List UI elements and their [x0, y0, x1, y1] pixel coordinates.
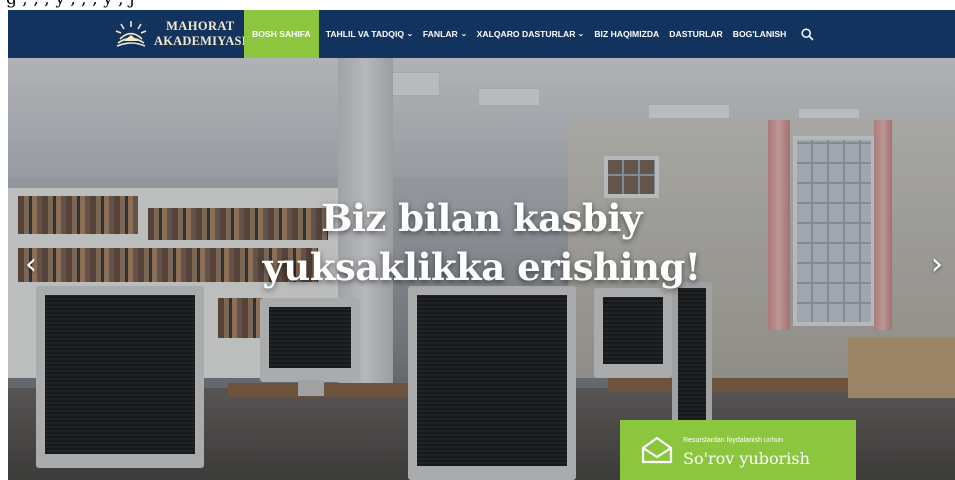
nav-menu: BOSH SAHIFA TAHLIL VA TADQIQ ⌄ FANLAR ⌄ …: [244, 10, 814, 58]
chevron-down-icon: ⌄: [406, 31, 414, 38]
envelope-icon: [641, 436, 673, 464]
nav-item-tahlil-va-tadqiq[interactable]: TAHLIL VA TADQIQ ⌄: [321, 10, 418, 58]
nav-item-dasturlar[interactable]: DASTURLAR: [664, 10, 727, 58]
chevron-down-icon: ⌄: [460, 31, 468, 38]
logo-emblem-icon: [115, 21, 147, 47]
hero-headline-line-2: yuksaklikka erishing!: [262, 245, 701, 289]
nav-label: DASTURLAR: [669, 29, 723, 39]
chevron-down-icon: ⌄: [577, 31, 585, 38]
nav-label: TAHLIL VA TADQIQ: [325, 29, 405, 39]
cropped-text: g ; , ; y , ; , y ; j: [6, 0, 135, 9]
main-navbar: MAHORAT AKADEMIYASI BOSH SAHIFA TAHLIL V…: [8, 10, 955, 58]
nav-item-fanlar[interactable]: FANLAR ⌄: [418, 10, 472, 58]
cta-title: So'rov yuborish: [683, 449, 810, 468]
nav-label: XALQARO DASTURLAR: [476, 29, 576, 39]
hero-headline: Biz bilan kasbiy yuksaklikka erishing!: [8, 194, 955, 292]
hero-headline-line-1: Biz bilan kasbiy: [321, 196, 642, 240]
site-logo[interactable]: MAHORAT AKADEMIYASI: [114, 16, 247, 52]
nav-label: BIZ HAQIMIZDA: [594, 29, 660, 39]
logo-line-1: MAHORAT: [166, 19, 235, 33]
top-cropped-text-strip: g ; , ; y , ; , y ; j: [0, 0, 955, 10]
search-icon[interactable]: [801, 27, 814, 41]
nav-item-biz-haqimizda[interactable]: BIZ HAQIMIZDA: [589, 10, 664, 58]
logo-line-2: AKADEMIYASI: [154, 34, 247, 48]
nav-label: FANLAR: [422, 29, 458, 39]
slider-next-arrow-icon[interactable]: ›: [926, 250, 948, 280]
nav-item-xalqaro-dasturlar[interactable]: XALQARO DASTURLAR ⌄: [472, 10, 590, 58]
cta-subtitle: Resurslardan foydalanish uchun: [683, 437, 784, 444]
nav-label: BOSH SAHIFA: [252, 29, 311, 39]
logo-text: MAHORAT AKADEMIYASI: [154, 19, 247, 49]
nav-item-boglanish[interactable]: BOG'LANISH: [728, 10, 792, 58]
request-cta-button[interactable]: Resurslardan foydalanish uchun So'rov yu…: [620, 420, 856, 480]
slider-prev-arrow-icon[interactable]: ‹: [20, 250, 42, 280]
nav-label: BOG'LANISH: [732, 29, 787, 39]
hero-slider: Biz bilan kasbiy yuksaklikka erishing! ‹…: [8, 58, 955, 480]
nav-item-bosh-sahifa[interactable]: BOSH SAHIFA: [244, 10, 319, 58]
